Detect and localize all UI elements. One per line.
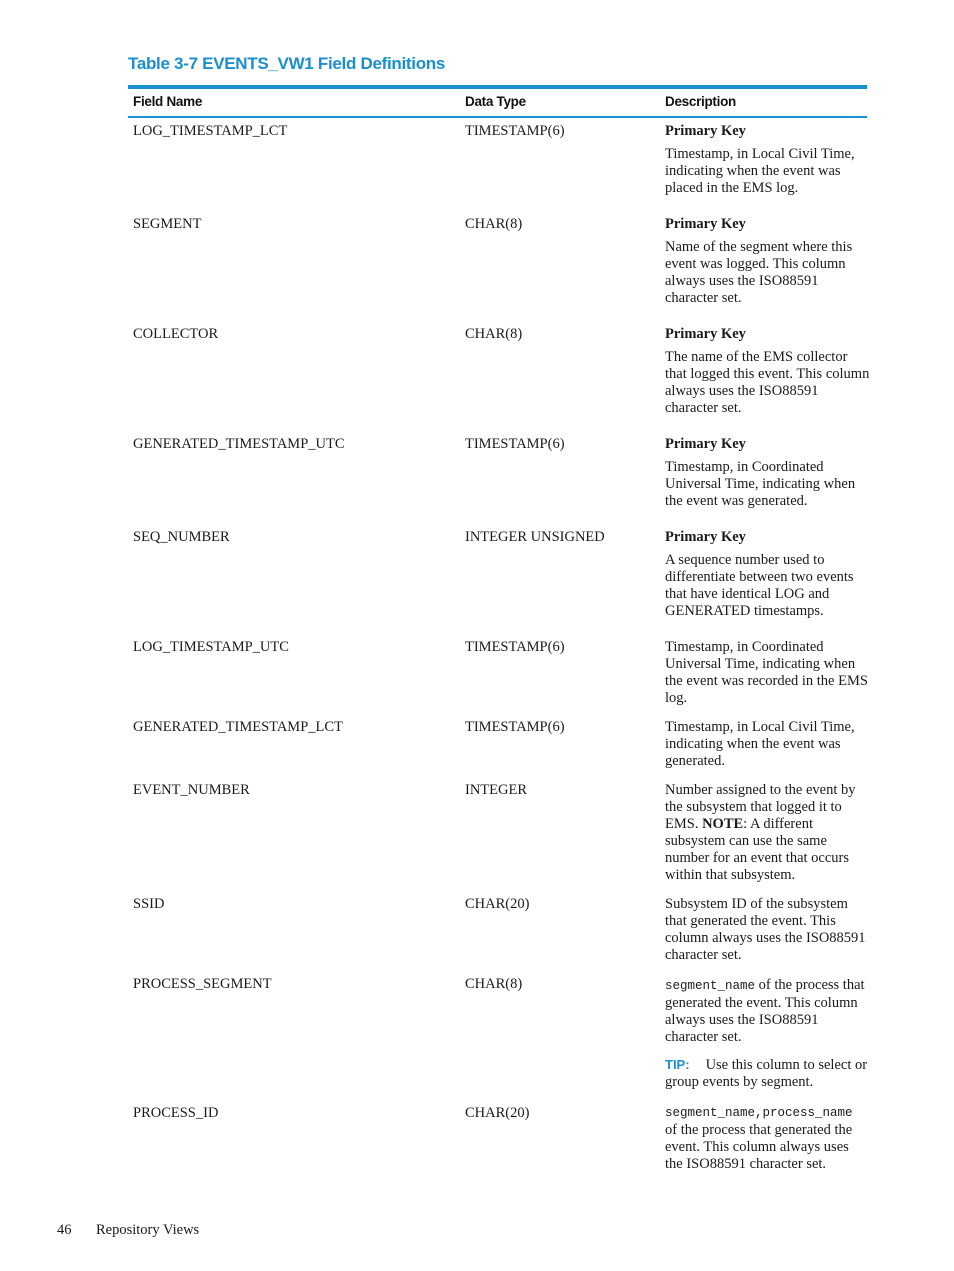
data-type: CHAR(8) (465, 216, 523, 232)
data-type: CHAR(20) (465, 896, 530, 912)
field-name: LOG_TIMESTAMP_LCT (133, 123, 288, 139)
field-name: LOG_TIMESTAMP_UTC (133, 639, 289, 655)
primary-key-label: Primary Key (665, 216, 746, 232)
data-type: INTEGER (465, 782, 528, 798)
tip-box: TIP: Use this column to select or group e… (665, 1056, 870, 1091)
field-name: PROCESS_ID (133, 1105, 219, 1121)
field-name: PROCESS_SEGMENT (133, 976, 272, 992)
description-text: Timestamp, in Local Civil Time, indicati… (665, 719, 855, 769)
tip-text: Use this column to select or group event… (665, 1057, 868, 1090)
data-type: TIMESTAMP(6) (465, 719, 565, 735)
section-name: Repository Views (96, 1222, 200, 1238)
table-title: Table 3-7 EVENTS_VW1 Field Definitions (128, 54, 446, 73)
description: segment_name of the process that generat… (665, 977, 870, 1091)
primary-key-label: Primary Key (665, 529, 746, 545)
data-type: INTEGER UNSIGNED (465, 529, 605, 545)
primary-key-label: Primary Key (665, 326, 746, 342)
data-type: TIMESTAMP(6) (465, 123, 565, 139)
primary-key-label: Primary Key (665, 436, 746, 452)
description-text: The name of the EMS collector that logge… (665, 349, 870, 416)
code-text: segment_name (665, 979, 756, 993)
field-name: SEQ_NUMBER (133, 529, 230, 545)
field-name: GENERATED_TIMESTAMP_UTC (133, 436, 345, 452)
description: Primary Key Timestamp, in Local Civil Ti… (665, 123, 870, 197)
field-name: EVENT_NUMBER (133, 782, 250, 798)
header-description: Description (665, 94, 736, 109)
description: segment_name,process_name of the process… (665, 1105, 870, 1173)
header-rule (128, 116, 867, 118)
description-text: of the process that generated the event.… (665, 1122, 853, 1172)
code-text: segment_name,process_name (665, 1106, 853, 1120)
description: Primary Key Name of the segment where th… (665, 216, 870, 307)
page-number: 46 (57, 1222, 72, 1238)
data-type: CHAR(8) (465, 326, 523, 342)
description-text: Subsystem ID of the subsystem that gener… (665, 896, 866, 963)
header-field-name: Field Name (133, 94, 203, 109)
field-name: SEGMENT (133, 216, 202, 232)
data-type: CHAR(8) (465, 976, 523, 992)
data-type: CHAR(20) (465, 1105, 530, 1121)
description: Number assigned to the event by the subs… (665, 782, 870, 884)
field-name: SSID (133, 896, 165, 912)
field-name: GENERATED_TIMESTAMP_LCT (133, 719, 343, 735)
description-text: Name of the segment where this event was… (665, 239, 853, 306)
description-text: Timestamp, in Local Civil Time, indicati… (665, 146, 855, 196)
description: Primary Key Timestamp, in Coordinated Un… (665, 436, 870, 510)
table-top-rule (128, 85, 867, 89)
field-name: COLLECTOR (133, 326, 219, 342)
description: Primary Key A sequence number used to di… (665, 529, 870, 620)
data-type: TIMESTAMP(6) (465, 639, 565, 655)
description-text: A sequence number used to differentiate … (665, 552, 854, 619)
description-text: Timestamp, in Coordinated Universal Time… (665, 639, 868, 706)
description: Primary Key The name of the EMS collecto… (665, 326, 870, 417)
primary-key-label: Primary Key (665, 123, 746, 139)
tip-label: TIP: (665, 1057, 690, 1072)
header-data-type: Data Type (465, 94, 526, 109)
note-label: NOTE (702, 816, 744, 832)
description-text: Timestamp, in Coordinated Universal Time… (665, 459, 856, 509)
data-type: TIMESTAMP(6) (465, 436, 565, 452)
